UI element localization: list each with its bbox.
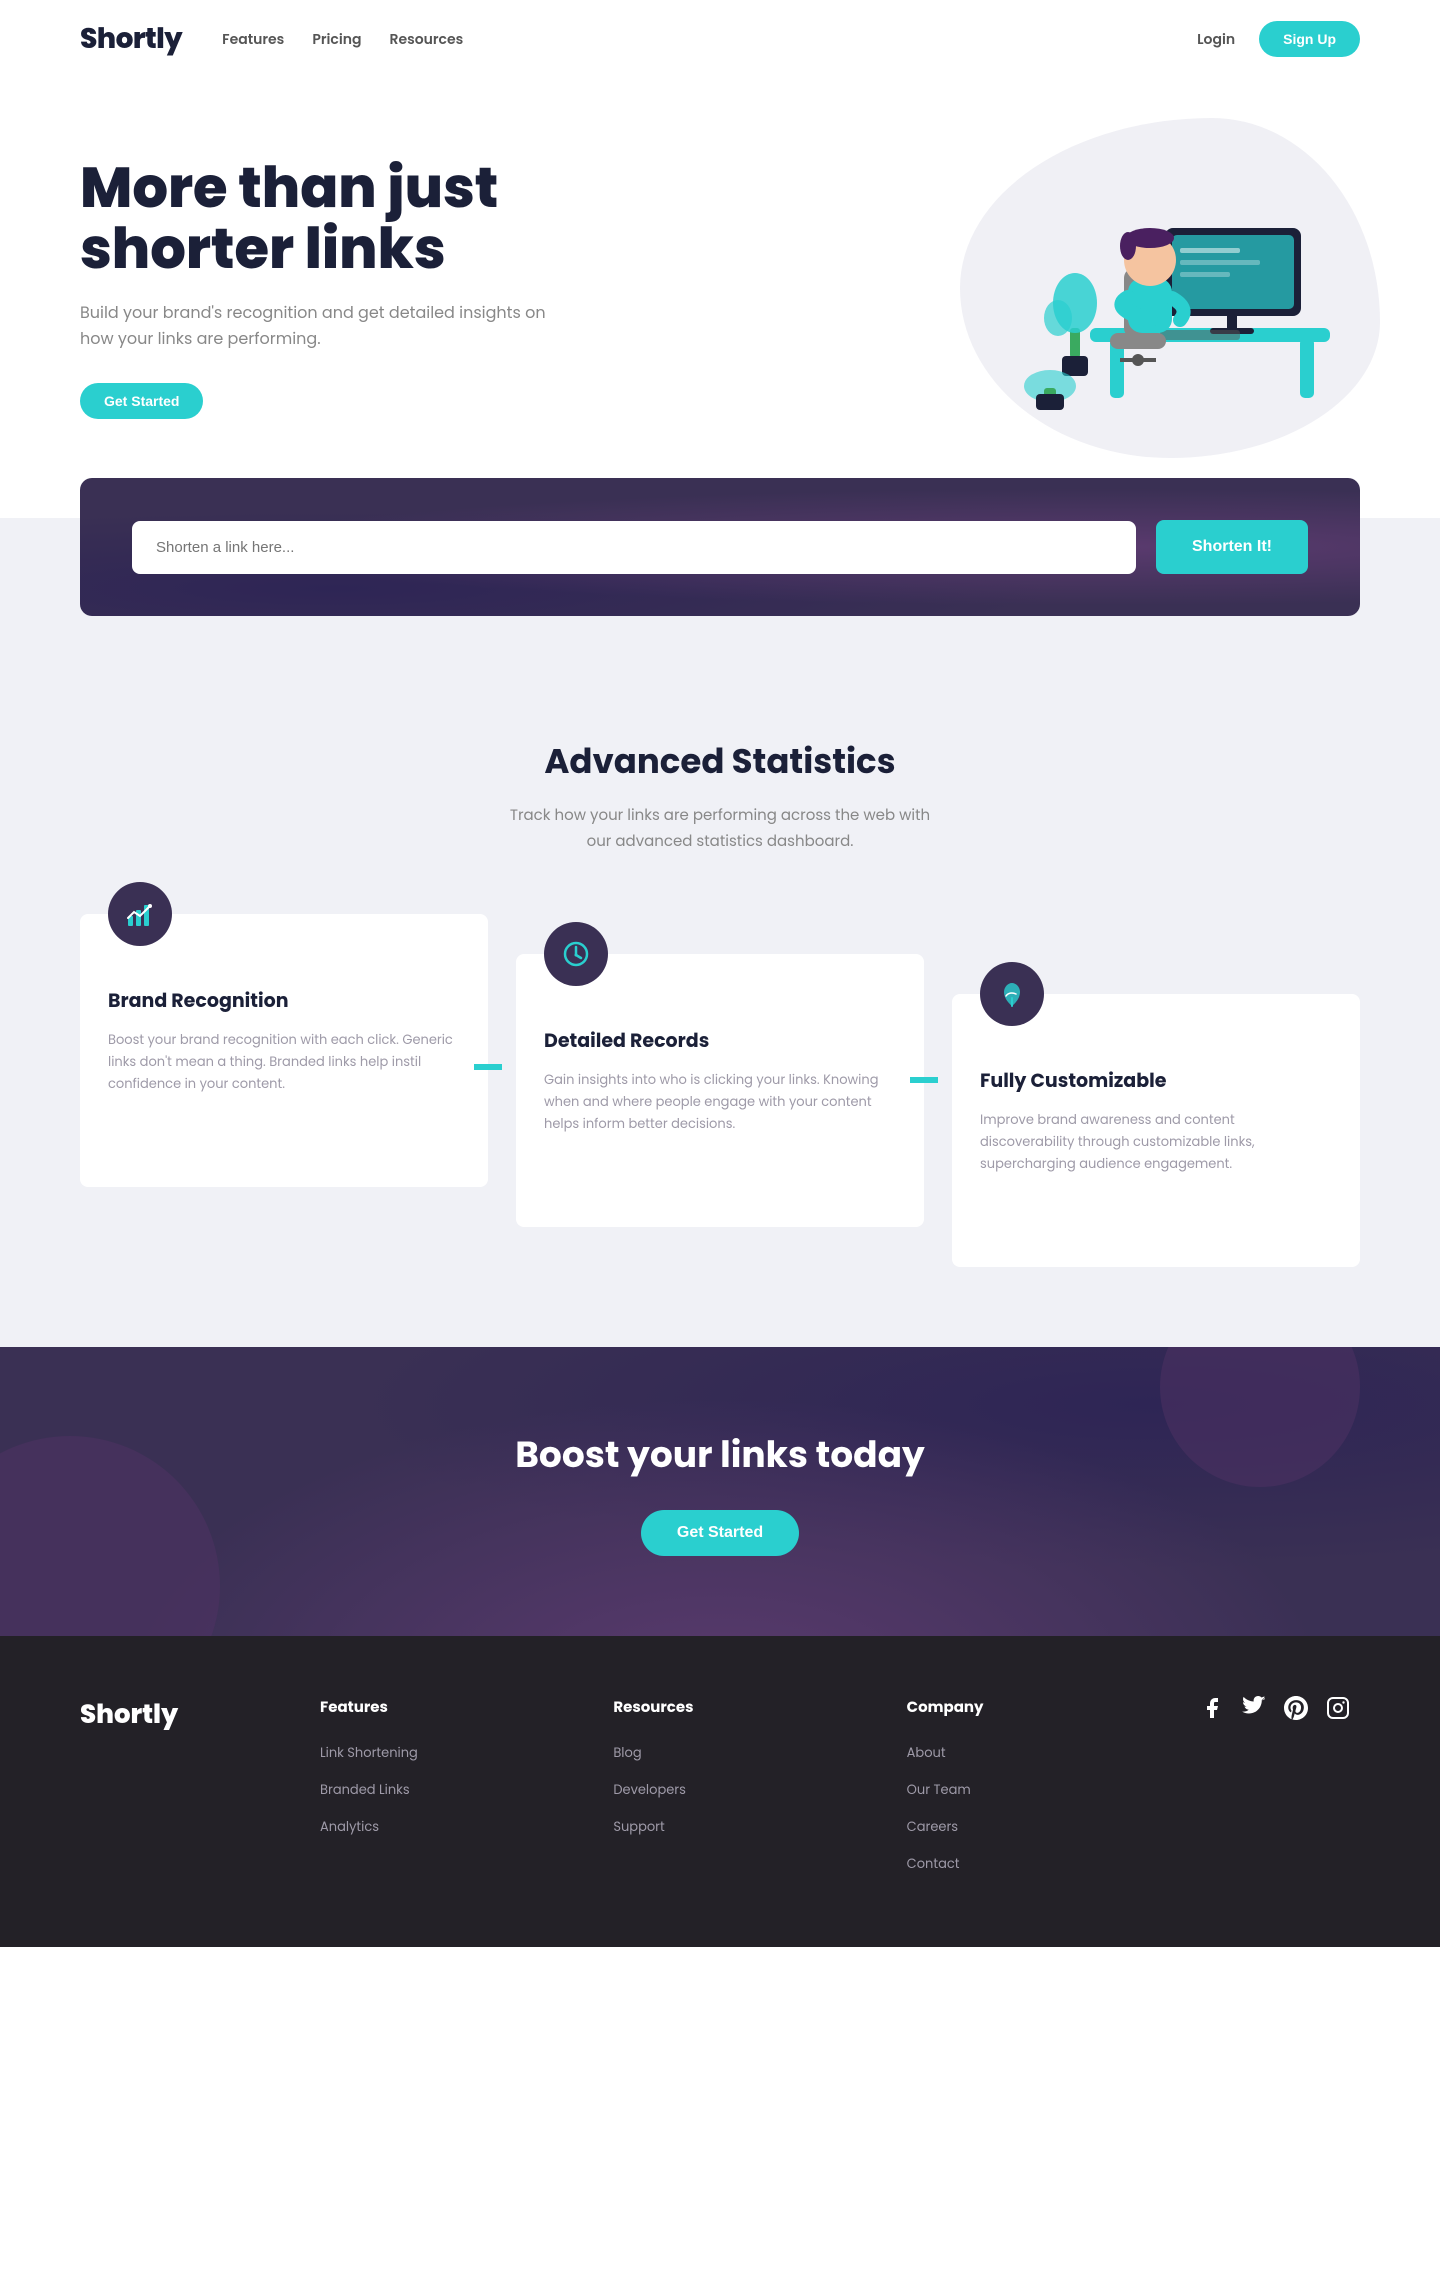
footer-col-heading-company: Company — [907, 1696, 1140, 1719]
card-icon-leaf — [980, 962, 1044, 1026]
nav-link-pricing[interactable]: Pricing — [312, 29, 361, 50]
footer-col-heading-features: Features — [320, 1696, 553, 1719]
nav-link-resources[interactable]: Resources — [389, 29, 463, 50]
shorten-section: Shorten It! — [0, 518, 1440, 716]
footer-col-resources: Resources Blog Developers Support — [613, 1696, 846, 1850]
card-brand-recognition: Brand Recognition Boost your brand recog… — [80, 914, 488, 1187]
hero-text: More than just shorter links Build your … — [80, 157, 560, 419]
footer-link-blog[interactable]: Blog — [613, 1743, 641, 1762]
footer-col-features: Features Link Shortening Branded Links A… — [320, 1696, 553, 1850]
card-desc-3: Improve brand awareness and content disc… — [980, 1109, 1332, 1175]
card-title-2: Detailed Records — [544, 1026, 896, 1055]
footer-col-company: Company About Our Team Careers Contact — [907, 1696, 1140, 1887]
footer-col-heading-resources: Resources — [613, 1696, 846, 1719]
shorten-box: Shorten It! — [80, 478, 1360, 616]
facebook-icon[interactable] — [1200, 1696, 1224, 1720]
twitter-icon[interactable] — [1242, 1696, 1266, 1720]
stats-heading: Advanced Statistics — [80, 736, 1360, 787]
footer-link-analytics[interactable]: Analytics — [320, 1817, 379, 1836]
nav-actions: Login Sign Up — [1197, 21, 1360, 57]
footer-link-link-shortening[interactable]: Link Shortening — [320, 1743, 418, 1762]
footer-link-support[interactable]: Support — [613, 1817, 664, 1836]
footer-link-developers[interactable]: Developers — [613, 1780, 686, 1799]
footer-socials — [1200, 1696, 1360, 1720]
footer-link-branded-links[interactable]: Branded Links — [320, 1780, 410, 1799]
cta-section: Boost your links today Get Started — [0, 1347, 1440, 1636]
card-detailed-records: Detailed Records Gain insights into who … — [516, 954, 924, 1227]
signup-button[interactable]: Sign Up — [1259, 21, 1360, 57]
hero-illustration — [980, 138, 1360, 438]
hero-heading: More than just shorter links — [80, 157, 560, 280]
card-connector-2 — [910, 1077, 938, 1083]
login-button[interactable]: Login — [1197, 29, 1235, 50]
card-customizable: Fully Customizable Improve brand awarene… — [952, 994, 1360, 1267]
nav-link-features[interactable]: Features — [222, 29, 284, 50]
card-title-3: Fully Customizable — [980, 1066, 1332, 1095]
pinterest-icon[interactable] — [1284, 1696, 1308, 1720]
footer-link-careers[interactable]: Careers — [907, 1817, 958, 1836]
cta-heading: Boost your links today — [80, 1427, 1360, 1482]
footer-link-our-team[interactable]: Our Team — [907, 1780, 971, 1799]
stats-description: Track how your links are performing acro… — [500, 803, 940, 854]
hero-description: Build your brand's recognition and get d… — [80, 300, 560, 351]
navbar: Shortly Features Pricing Resources Login… — [0, 0, 1440, 78]
cards-wrapper: Brand Recognition Boost your brand recog… — [80, 914, 1360, 1267]
card-title-1: Brand Recognition — [108, 986, 460, 1015]
hero-section: More than just shorter links Build your … — [0, 78, 1440, 518]
card-connector-1 — [474, 1064, 502, 1070]
nav-links: Features Pricing Resources — [222, 29, 1197, 50]
footer-logo: Shortly — [80, 1696, 220, 1735]
card-icon-chart — [108, 882, 172, 946]
card-icon-clock — [544, 922, 608, 986]
footer: Shortly Features Link Shortening Branded… — [0, 1636, 1440, 1947]
instagram-icon[interactable] — [1326, 1696, 1350, 1720]
hero-cta-button[interactable]: Get Started — [80, 383, 203, 419]
nav-logo: Shortly — [80, 18, 182, 60]
hero-image — [560, 138, 1360, 438]
shorten-input[interactable] — [132, 521, 1136, 574]
card-desc-1: Boost your brand recognition with each c… — [108, 1029, 460, 1095]
card-desc-2: Gain insights into who is clicking your … — [544, 1069, 896, 1135]
shorten-button[interactable]: Shorten It! — [1156, 520, 1308, 574]
cta-button[interactable]: Get Started — [641, 1510, 799, 1556]
footer-link-contact[interactable]: Contact — [907, 1854, 960, 1873]
footer-link-about[interactable]: About — [907, 1743, 946, 1762]
stats-section: Advanced Statistics Track how your links… — [0, 716, 1440, 1347]
